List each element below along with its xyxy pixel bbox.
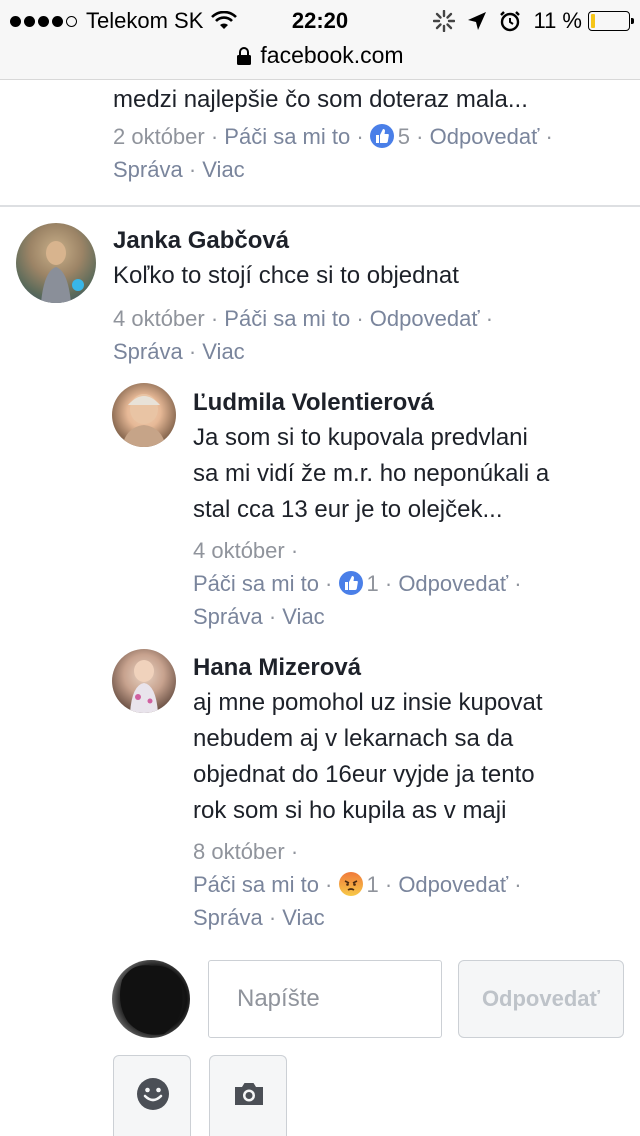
comment-text-line: sa mi vidí že m.r. ho neponúkali a	[193, 460, 550, 487]
more-link[interactable]: Viac	[282, 604, 324, 629]
comment-text-line: aj mne pomohol uz insie kupovat	[193, 689, 543, 716]
comment-actions: 2 október · Páči sa mi to · 5 · Odpoveda…	[113, 124, 553, 182]
comment-date[interactable]: 4 október	[113, 306, 205, 331]
current-user-avatar[interactable]	[112, 960, 190, 1038]
avatar[interactable]	[16, 223, 96, 303]
like-link[interactable]: Páči sa mi to	[224, 124, 350, 149]
comment-text-line: Ja som si to kupovala predvlani	[193, 424, 528, 451]
activity-spinner-icon	[433, 10, 456, 32]
message-link[interactable]: Správa	[113, 157, 183, 182]
thread-divider	[0, 205, 640, 207]
emoji-button[interactable]	[113, 1055, 191, 1136]
like-reaction-icon[interactable]	[369, 124, 394, 148]
comment-text-line: nebudem aj v lekarnach sa da	[193, 725, 514, 752]
location-arrow-icon	[468, 12, 487, 30]
more-link[interactable]: Viac	[282, 905, 324, 930]
reply-submit-button[interactable]: Odpovedať	[458, 960, 624, 1038]
like-link[interactable]: Páči sa mi to	[224, 306, 350, 331]
smiley-icon	[137, 1078, 169, 1110]
like-link[interactable]: Páči sa mi to	[193, 571, 319, 596]
comment-item: Ľudmila Volentierová Ja som si to kupova…	[193, 386, 633, 633]
camera-icon	[235, 1083, 263, 1105]
comment-text-line: rok som si ho kupila as v maji	[193, 797, 507, 824]
avatar[interactable]	[112, 649, 176, 713]
battery-level-fill	[591, 14, 595, 28]
message-link[interactable]: Správa	[193, 604, 263, 629]
battery-percent: 11 %	[533, 8, 582, 33]
status-bar: Telekom SK 22:20 11 %	[0, 0, 640, 40]
comment-date[interactable]: 4 október	[193, 538, 285, 563]
reaction-count[interactable]: 1	[367, 571, 379, 596]
comment-text: Koľko to stojí chce si to objednat	[113, 262, 459, 289]
camera-button[interactable]	[209, 1055, 287, 1136]
comment-text: medzi najlepšie čo som doteraz mala...	[113, 86, 528, 113]
comment-item: Hana Mizerová aj mne pomohol uz insie ku…	[193, 651, 633, 934]
message-link[interactable]: Správa	[193, 905, 263, 930]
comment-author[interactable]: Hana Mizerová	[193, 651, 633, 685]
like-reaction-icon[interactable]	[338, 571, 363, 595]
comment-item: Janka Gabčová Koľko to stojí chce si to …	[113, 224, 633, 368]
reaction-count[interactable]: 5	[398, 124, 410, 149]
like-link[interactable]: Páči sa mi to	[193, 872, 319, 897]
alarm-clock-icon	[500, 11, 521, 32]
comment-text-line: objednat do 16eur vyjde ja tento	[193, 761, 535, 788]
reply-link[interactable]: Odpovedať	[398, 571, 508, 596]
reply-link[interactable]: Odpovedať	[398, 872, 508, 897]
comment-actions: 4 október · Páči sa mi to · Odpovedať · …	[113, 306, 494, 364]
comment-actions: 4 október · Páči sa mi to · 1 · Odpoveda…	[193, 538, 522, 629]
comment-date[interactable]: 2 október	[113, 124, 205, 149]
url-domain: facebook.com	[260, 42, 404, 68]
lock-icon	[237, 46, 252, 65]
battery-icon	[588, 11, 634, 31]
more-link[interactable]: Viac	[202, 339, 244, 364]
comment-text-line: stal cca 13 eur je to olejček...	[193, 496, 503, 523]
comment-author[interactable]: Janka Gabčová	[113, 224, 633, 258]
more-link[interactable]: Viac	[202, 157, 244, 182]
url-bar[interactable]: facebook.com	[0, 40, 640, 80]
reply-link[interactable]: Odpovedať	[370, 306, 480, 331]
comment-actions: 8 október · Páči sa mi to · 1 · Odpoveda…	[193, 839, 522, 930]
comment-date[interactable]: 8 október	[193, 839, 285, 864]
reply-input[interactable]: Napíšte	[208, 960, 442, 1038]
status-indicators: 11 %	[433, 8, 634, 34]
message-link[interactable]: Správa	[113, 339, 183, 364]
comment-previous: medzi najlepšie čo som doteraz mala... 2…	[113, 82, 633, 186]
comment-author[interactable]: Ľudmila Volentierová	[193, 386, 633, 420]
angry-reaction-icon[interactable]	[338, 872, 363, 896]
reaction-count[interactable]: 1	[367, 872, 379, 897]
reply-link[interactable]: Odpovedať	[430, 124, 540, 149]
avatar[interactable]	[112, 383, 176, 447]
